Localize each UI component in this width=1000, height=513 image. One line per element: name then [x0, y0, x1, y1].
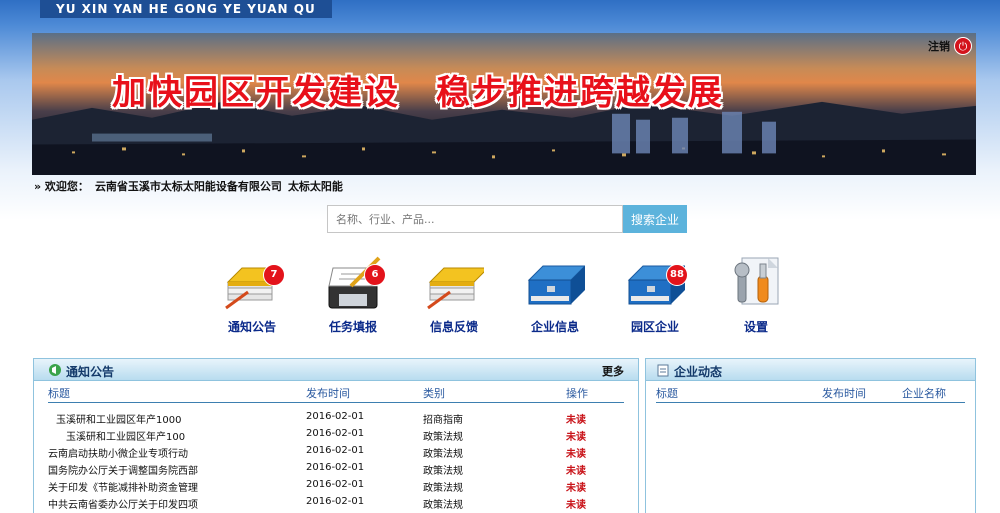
row-date: 2016-02-01	[306, 411, 365, 422]
top-bar: YU XIN YAN HE GONG YE YUAN QU	[0, 0, 1000, 26]
row-status[interactable]: 未读	[566, 462, 586, 477]
table-row[interactable]: 国务院办公厅关于调整国务院西部 2016-02-01 政策法规 未读	[48, 460, 624, 477]
welcome-company: 云南省玉溪市太标太阳能设备有限公司	[94, 180, 282, 193]
table-row[interactable]: 云南启动扶助小微企业专项行动 2016-02-01 政策法规 未读	[48, 443, 624, 460]
row-status[interactable]: 未读	[566, 428, 586, 443]
table-header: 标题 发布时间 类别 操作	[48, 381, 624, 403]
nav-park-companies[interactable]: 88 园区企业	[620, 250, 690, 336]
col-title: 标题	[656, 387, 678, 400]
row-category: 招商指南	[423, 415, 463, 426]
notepad-icon	[657, 364, 669, 377]
logout-label: 注销	[928, 40, 950, 53]
settings-tools-icon	[734, 257, 779, 305]
nav-task-report[interactable]: 6 任务填报	[318, 250, 388, 336]
nav-feedback[interactable]: 信息反馈	[419, 250, 489, 336]
nav-label: 企业信息	[530, 320, 579, 334]
row-title[interactable]: 云南启动扶助小微企业专项行动	[48, 445, 298, 460]
row-title[interactable]: 国务院办公厅关于调整国务院西部	[48, 462, 298, 477]
search-button[interactable]: 搜索企业	[623, 205, 687, 233]
table-row[interactable]: 关于印发《节能减排补助资金管理 2016-02-01 政策法规 未读	[48, 477, 624, 494]
row-status[interactable]: 未读	[566, 496, 586, 511]
row-category: 政策法规	[423, 449, 463, 460]
panel-title: 企业动态	[674, 365, 723, 379]
col-date: 发布时间	[822, 387, 866, 400]
panel-title: 通知公告	[66, 365, 115, 379]
search-bar: 搜索企业	[327, 205, 687, 233]
col-date: 发布时间	[306, 387, 350, 400]
row-date: 2016-02-01	[306, 445, 365, 456]
col-title: 标题	[48, 387, 70, 400]
nav-company-info[interactable]: 企业信息	[520, 250, 590, 336]
notice-panel: 通知公告 更多 标题 发布时间 类别 操作 玉溪研和工业园区年产1000 201…	[33, 358, 639, 513]
panel-header: 通知公告 更多	[34, 359, 638, 381]
row-title[interactable]: 玉溪研和工业园区年产1000	[56, 411, 296, 426]
panel-header: 企业动态	[646, 359, 975, 381]
table-header: 标题 发布时间 企业名称	[656, 381, 965, 403]
document-stack-icon	[427, 267, 484, 310]
nav-label: 通知公告	[227, 320, 276, 334]
banner-slogan: 加快园区开发建设 稳步推进跨越发展	[112, 73, 724, 113]
nav-badge: 7	[263, 264, 285, 286]
logout-button[interactable]: 注销 ⏻	[928, 37, 972, 55]
nav-label: 任务填报	[328, 320, 377, 334]
blue-binder-icon	[527, 265, 585, 305]
welcome-brand: 太标太阳能	[287, 180, 343, 193]
nav-settings[interactable]: 设置	[721, 250, 791, 336]
row-title[interactable]: 玉溪研和工业园区年产100	[66, 428, 296, 443]
nav-label: 设置	[743, 320, 768, 334]
nav-badge: 88	[666, 264, 688, 286]
row-category: 政策法规	[423, 483, 463, 494]
row-category: 政策法规	[423, 466, 463, 477]
col-company: 企业名称	[902, 387, 946, 400]
table-row[interactable]: 玉溪研和工业园区年产100 2016-02-01 政策法规 未读	[48, 426, 624, 443]
col-category: 类别	[423, 387, 445, 400]
row-date: 2016-02-01	[306, 479, 365, 490]
search-input[interactable]	[327, 205, 623, 233]
banner: 加快园区开发建设 稳步推进跨越发展 注销 ⏻	[32, 33, 976, 175]
logout-icon: ⏻	[954, 37, 972, 55]
nav-label: 园区企业	[630, 320, 679, 334]
welcome-prefix: » 欢迎您：	[34, 180, 89, 193]
welcome-bar: » 欢迎您： 云南省玉溪市太标太阳能设备有限公司 太标太阳能	[34, 178, 349, 194]
row-date: 2016-02-01	[306, 428, 365, 439]
row-status[interactable]: 未读	[566, 411, 586, 426]
row-status[interactable]: 未读	[566, 445, 586, 460]
col-action: 操作	[566, 387, 588, 400]
nav-label: 信息反馈	[429, 320, 478, 334]
row-date: 2016-02-01	[306, 462, 365, 473]
row-title[interactable]: 中共云南省委办公厅关于印发四项	[48, 496, 298, 511]
table-row[interactable]: 玉溪研和工业园区年产1000 2016-02-01 招商指南 未读	[48, 409, 624, 426]
row-category: 政策法规	[423, 500, 463, 511]
site-name: YU XIN YAN HE GONG YE YUAN QU	[40, 0, 332, 18]
row-category: 政策法规	[423, 432, 463, 443]
row-date: 2016-02-01	[306, 496, 365, 507]
more-link[interactable]: 更多	[602, 363, 624, 379]
megaphone-icon	[49, 364, 61, 376]
nav-badge: 6	[364, 264, 386, 286]
nav-notice[interactable]: 7 通知公告	[217, 250, 287, 336]
company-news-panel: 企业动态 标题 发布时间 企业名称	[645, 358, 976, 513]
row-status[interactable]: 未读	[566, 479, 586, 494]
table-row[interactable]: 中共云南省委办公厅关于印发四项 2016-02-01 政策法规 未读	[48, 494, 624, 511]
row-title[interactable]: 关于印发《节能减排补助资金管理	[48, 479, 298, 494]
